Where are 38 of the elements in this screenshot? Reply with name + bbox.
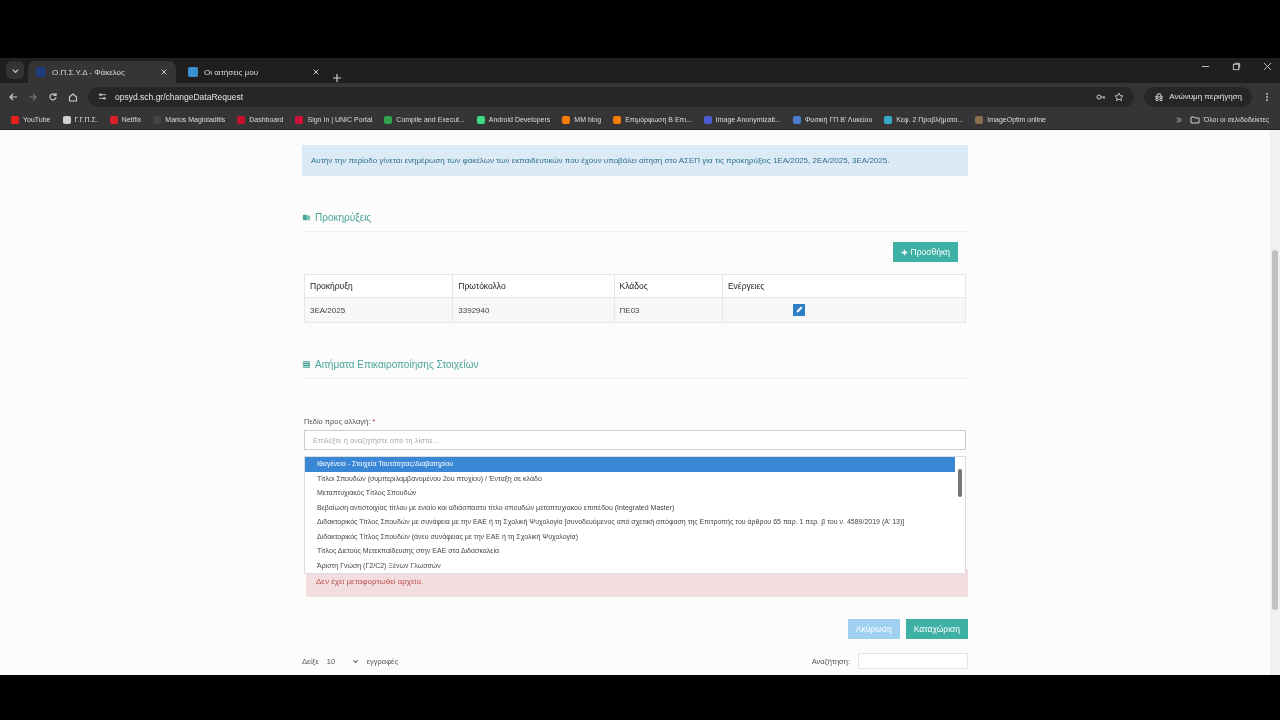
- plus-icon: [900, 248, 908, 256]
- chevron-down-icon: [351, 657, 359, 665]
- section-heading: Προκηρύξεις: [315, 212, 372, 223]
- more-bookmarks-icon: [1174, 115, 1183, 124]
- close-icon: [160, 68, 168, 76]
- browser-tab[interactable]: Ο.Π.Σ.Υ.Δ - Φάκελος: [28, 61, 176, 83]
- browser-tab[interactable]: Οι αιτήσεις μου: [180, 61, 328, 83]
- forward-icon: [28, 91, 38, 102]
- column-header: Κλάδος: [614, 274, 723, 298]
- list-icon: [302, 360, 311, 369]
- star-icon: [1114, 91, 1125, 102]
- back-icon: [8, 91, 18, 102]
- folder-icon: [1189, 114, 1200, 125]
- section-heading: Αιτήματα Επικαιροποίησης Στοιχείων: [315, 359, 479, 370]
- incognito-icon: [1154, 91, 1165, 102]
- table-cell: 3392940: [452, 297, 615, 323]
- tab-list-button[interactable]: [6, 61, 24, 79]
- info-notice: Αυτήν την περίοδο γίνεται ενημέρωση των φακέλων των εκπαιδευτικών που έχουν υποβάλει αίτηση στο ΑΣΕΠ για τις προκηρύξεις 1ΕΑ/2025, 2ΕΑ/2025, 3ΕΑ/2025.: [302, 145, 968, 176]
- reload-icon: [48, 91, 58, 102]
- new-tab-icon: [332, 73, 342, 83]
- home-icon: [68, 91, 78, 102]
- close-icon: [1263, 62, 1272, 71]
- site-settings-icon: [98, 92, 107, 101]
- column-header: Προκήρυξη: [304, 274, 453, 298]
- close-icon: [312, 68, 320, 76]
- edit-button[interactable]: [792, 304, 805, 316]
- table-cell: 3ΕΑ/2025: [304, 297, 453, 323]
- restore-icon: [1232, 62, 1241, 71]
- address-bar[interactable]: opsyd.sch.gr/changeDataRequest: [88, 86, 1135, 107]
- scrollbar-thumb[interactable]: [1272, 250, 1278, 610]
- list-icon: [302, 213, 311, 222]
- column-header: Ενέργειες: [722, 274, 966, 298]
- scrollbar-thumb[interactable]: [958, 469, 962, 497]
- table-cell: ΠΕ03: [614, 297, 723, 323]
- key-icon: [1096, 91, 1107, 102]
- incognito-button[interactable]: Ανώνυμη περιήγηση: [1144, 86, 1252, 107]
- search-field[interactable]: [858, 653, 968, 669]
- column-header: Πρωτόκολλο: [452, 274, 615, 298]
